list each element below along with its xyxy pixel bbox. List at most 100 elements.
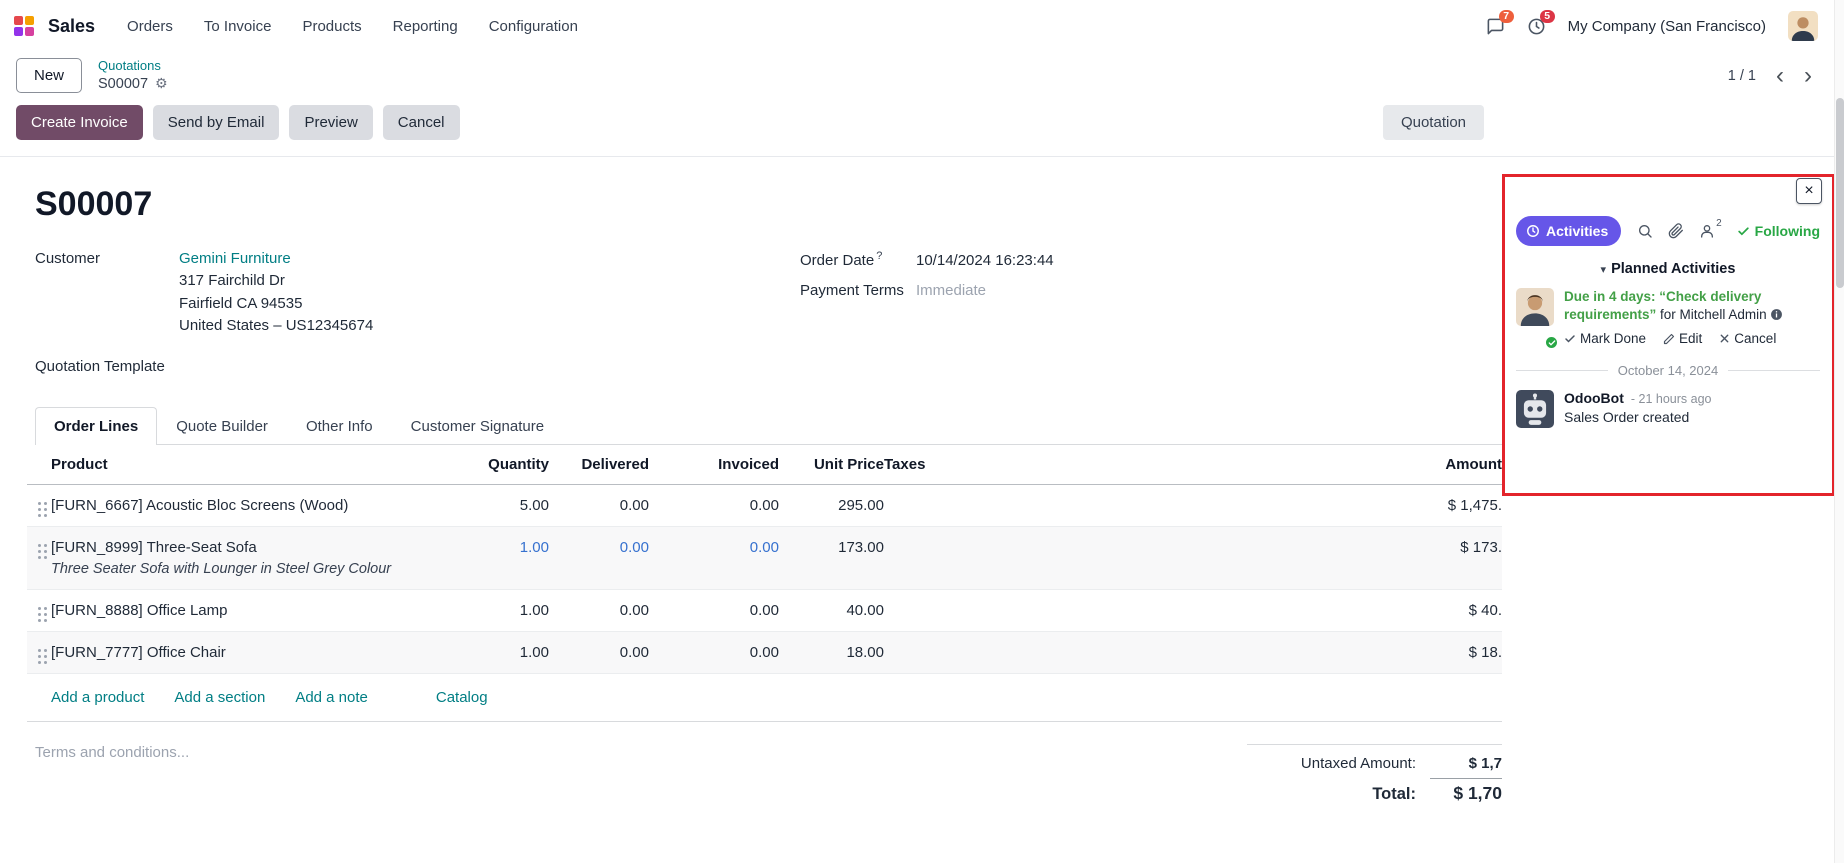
avatar xyxy=(1516,288,1554,326)
table-row[interactable]: [FURN_7777] Office Chair 1.00 0.00 0.00 … xyxy=(27,632,1502,674)
invoiced-cell[interactable]: 0.00 xyxy=(649,485,779,526)
drag-handle-icon[interactable] xyxy=(27,485,51,505)
close-icon[interactable]: × xyxy=(1796,178,1822,204)
terms-input[interactable]: Terms and conditions... xyxy=(35,744,1247,807)
list-footer-links: Add a product Add a section Add a note C… xyxy=(27,674,1502,722)
col-quantity[interactable]: Quantity xyxy=(434,445,549,484)
product-cell[interactable]: [FURN_8999] Three-Seat Sofa Three Seater… xyxy=(51,527,434,589)
menu-reporting[interactable]: Reporting xyxy=(393,18,458,35)
edit-activity-button[interactable]: Edit xyxy=(1663,331,1702,346)
help-icon[interactable]: ? xyxy=(876,250,882,262)
col-amount[interactable]: Amount xyxy=(1094,445,1502,484)
cancel-activity-button[interactable]: Cancel xyxy=(1719,331,1776,346)
col-delivered[interactable]: Delivered xyxy=(549,445,649,484)
add-note-link[interactable]: Add a note xyxy=(295,689,368,706)
address-line-2: Fairfield CA 94535 xyxy=(179,293,800,316)
customer-link[interactable]: Gemini Furniture xyxy=(179,250,800,267)
col-unit-price[interactable]: Unit Price xyxy=(779,445,884,484)
delivered-cell[interactable]: 0.00 xyxy=(549,485,649,526)
preview-button[interactable]: Preview xyxy=(289,105,372,140)
quantity-cell[interactable]: 1.00 xyxy=(434,590,549,631)
company-switcher[interactable]: My Company (San Francisco) xyxy=(1568,18,1766,35)
customer-label: Customer xyxy=(35,250,179,267)
unit-price-cell[interactable]: 40.00 xyxy=(779,590,884,631)
scrollbar[interactable] xyxy=(1834,0,1844,863)
unit-price-cell[interactable]: 295.00 xyxy=(779,485,884,526)
tab-customer-signature[interactable]: Customer Signature xyxy=(392,407,563,445)
unit-price-cell[interactable]: 173.00 xyxy=(779,527,884,568)
menu-orders[interactable]: Orders xyxy=(127,18,173,35)
new-button[interactable]: New xyxy=(16,58,82,93)
quantity-cell[interactable]: 1.00 xyxy=(434,632,549,673)
product-cell[interactable]: [FURN_6667] Acoustic Bloc Screens (Wood) xyxy=(51,485,434,526)
followers-icon[interactable]: 2 xyxy=(1699,223,1722,239)
delivered-cell[interactable]: 0.00 xyxy=(549,632,649,673)
search-icon[interactable] xyxy=(1637,223,1653,239)
activities-badge: 5 xyxy=(1540,10,1555,24)
product-cell[interactable]: [FURN_8888] Office Lamp xyxy=(51,590,434,631)
odoo-apps-icon[interactable] xyxy=(14,16,34,36)
taxes-cell[interactable] xyxy=(884,485,1094,509)
breadcrumb-current: S00007 ⚙ xyxy=(98,75,168,93)
add-product-link[interactable]: Add a product xyxy=(51,689,144,706)
unit-price-cell[interactable]: 18.00 xyxy=(779,632,884,673)
col-taxes[interactable]: Taxes xyxy=(884,445,1094,484)
table-row[interactable]: [FURN_8999] Three-Seat Sofa Three Seater… xyxy=(27,527,1502,590)
gear-icon[interactable]: ⚙ xyxy=(155,75,168,93)
tab-quote-builder[interactable]: Quote Builder xyxy=(157,407,287,445)
breadcrumb-quotations[interactable]: Quotations xyxy=(98,58,168,74)
product-cell[interactable]: [FURN_7777] Office Chair xyxy=(51,632,434,673)
invoiced-cell[interactable]: 0.00 xyxy=(649,527,779,568)
cancel-button[interactable]: Cancel xyxy=(383,105,460,140)
catalog-link[interactable]: Catalog xyxy=(436,689,488,706)
planned-activities-header[interactable]: ▾Planned Activities xyxy=(1516,261,1820,277)
message-body: Sales Order created xyxy=(1564,409,1711,425)
top-navbar: Sales Orders To Invoice Products Reporti… xyxy=(0,0,1844,52)
invoiced-cell[interactable]: 0.00 xyxy=(649,590,779,631)
taxes-cell[interactable] xyxy=(884,632,1094,656)
quantity-cell[interactable]: 1.00 xyxy=(434,527,549,568)
create-invoice-button[interactable]: Create Invoice xyxy=(16,105,143,140)
clock-icon xyxy=(1526,224,1540,238)
table-row[interactable]: [FURN_6667] Acoustic Bloc Screens (Wood)… xyxy=(27,485,1502,527)
messages-icon[interactable]: 7 xyxy=(1486,17,1505,36)
amount-cell: $ 18. xyxy=(1094,632,1502,673)
menu-products[interactable]: Products xyxy=(302,18,361,35)
pager-prev-icon[interactable]: ‹ xyxy=(1776,64,1784,88)
app-name[interactable]: Sales xyxy=(48,16,95,37)
activity-assignee: for Mitchell Admin xyxy=(1660,307,1767,322)
mark-done-button[interactable]: Mark Done xyxy=(1564,331,1646,346)
col-product[interactable]: Product xyxy=(51,445,434,484)
following-button[interactable]: Following xyxy=(1737,223,1820,239)
delivered-cell[interactable]: 0.00 xyxy=(549,590,649,631)
taxes-cell[interactable] xyxy=(884,590,1094,614)
activities-button[interactable]: Activities xyxy=(1516,216,1621,246)
table-row[interactable]: [FURN_8888] Office Lamp 1.00 0.00 0.00 4… xyxy=(27,590,1502,632)
chevron-down-icon: ▾ xyxy=(1601,264,1607,276)
table-header: Product Quantity Delivered Invoiced Unit… xyxy=(27,445,1502,485)
quantity-cell[interactable]: 5.00 xyxy=(434,485,549,526)
info-icon[interactable] xyxy=(1770,308,1783,321)
invoiced-cell[interactable]: 0.00 xyxy=(649,632,779,673)
stage-quotation[interactable]: Quotation xyxy=(1383,105,1484,140)
user-avatar[interactable] xyxy=(1788,11,1818,41)
taxes-cell[interactable] xyxy=(884,527,1094,551)
drag-handle-icon[interactable] xyxy=(27,590,51,610)
menu-to-invoice[interactable]: To Invoice xyxy=(204,18,272,35)
add-section-link[interactable]: Add a section xyxy=(174,689,265,706)
menu-configuration[interactable]: Configuration xyxy=(489,18,578,35)
drag-handle-icon[interactable] xyxy=(27,632,51,652)
activity-done-badge xyxy=(1544,335,1559,350)
col-invoiced[interactable]: Invoiced xyxy=(649,445,779,484)
activities-clock-icon[interactable]: 5 xyxy=(1527,17,1546,36)
tab-other-info[interactable]: Other Info xyxy=(287,407,392,445)
delivered-cell[interactable]: 0.00 xyxy=(549,527,649,568)
message-author[interactable]: OdooBot xyxy=(1564,390,1624,406)
tab-order-lines[interactable]: Order Lines xyxy=(35,407,157,445)
attachment-icon[interactable] xyxy=(1668,223,1684,239)
drag-handle-icon[interactable] xyxy=(27,527,51,547)
send-by-email-button[interactable]: Send by Email xyxy=(153,105,280,140)
notebook-tabs: Order Lines Quote Builder Other Info Cus… xyxy=(35,406,1502,445)
scrollbar-thumb[interactable] xyxy=(1836,98,1844,288)
pager-next-icon[interactable]: › xyxy=(1804,64,1812,88)
